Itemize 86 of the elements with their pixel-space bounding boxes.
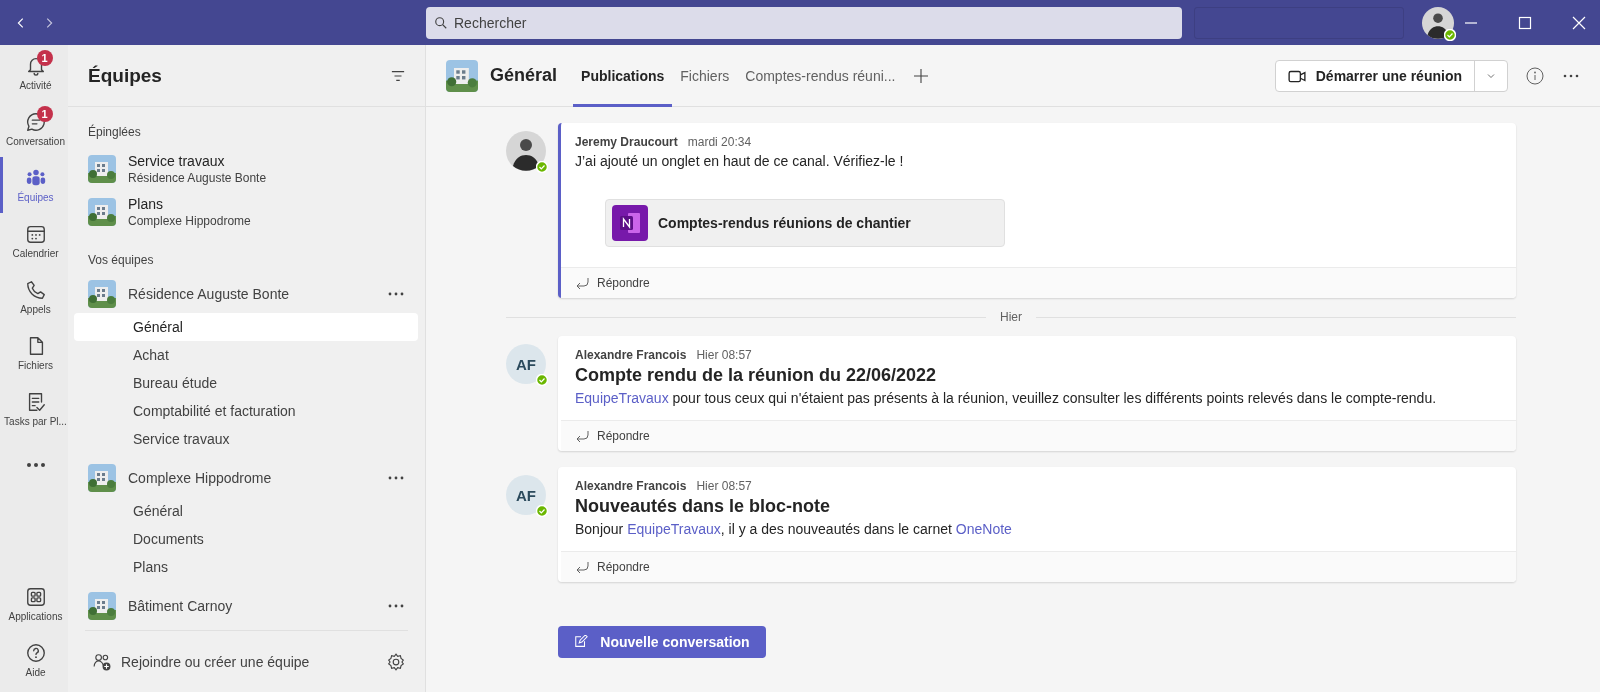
reply-icon [575,277,589,289]
team-name[interactable]: Complexe Hippodrome [128,470,376,486]
more-icon[interactable] [388,476,404,480]
mention-link[interactable]: EquipeTravaux [627,521,721,537]
message-subject: Nouveautés dans le bloc-note [575,496,832,517]
avatar[interactable] [1422,6,1454,39]
notification-badge: 1 [36,50,53,66]
channel-item[interactable]: Général [74,313,418,341]
rail-item[interactable]: Appels [0,269,68,325]
rail-item[interactable]: Aide [0,632,68,688]
panel-title: Équipes [88,64,162,87]
new-conversation-button[interactable]: Nouvelle conversation [558,626,766,658]
reply-button[interactable]: Répondre [561,267,1516,298]
channel-item[interactable]: Bureau étude [74,369,418,397]
notification-badge: 1 [36,106,53,122]
avatar-initials: AF [516,355,536,373]
timestamp: mardi 20:34 [687,135,752,149]
team-name: Résidence Auguste Bonte [128,170,267,185]
settings-icon[interactable] [387,652,405,671]
reply-icon [575,561,589,573]
section-heading: Épinglées [87,123,142,141]
team-name[interactable]: Résidence Auguste Bonte [128,286,376,302]
team-name: Complexe Hippodrome [128,213,251,228]
tab-card[interactable]: Comptes-rendus réunions de chantier [605,199,1005,247]
rail-item[interactable]: Applications [0,576,68,632]
timestamp: Hier 08:57 [696,348,752,362]
presence-icon [536,374,548,386]
rail-item[interactable]: 1 Conversation [0,101,68,157]
message-text: Bonjour EquipeTravaux, il y a des nouveautés dans le carnet OneNote [575,520,1013,539]
search-field[interactable]: Rechercher [426,6,1182,39]
apps-icon [24,586,47,608]
reply-button[interactable]: Répondre [561,551,1516,582]
rail-item[interactable]: Calendrier [0,213,68,269]
add-people-icon [93,652,111,671]
channel-item[interactable]: Comptabilité et facturation [74,397,418,425]
channel-title: Général [490,65,558,86]
presence-icon [1444,28,1456,41]
reply-icon [575,430,589,442]
channel-name: Service travaux [128,152,226,169]
date-divider: Hier [1000,310,1022,324]
phone-icon [24,279,47,301]
channel-item[interactable]: Plans [74,553,418,581]
timestamp: Hier 08:57 [696,479,752,493]
filter-icon[interactable] [391,68,405,83]
join-team-link[interactable]: Rejoindre ou créer une équipe [121,653,377,670]
tab[interactable]: Comptes-rendus réuni... [737,44,904,107]
close-icon[interactable] [1572,15,1586,30]
message-text: EquipeTravaux pour tous ceux qui n'étaient pas présents à la réunion, veuillez consulter les différents points relevés dans le compte-rendu. [575,389,1438,408]
tab[interactable]: Fichiers [672,44,738,107]
channel-name: Plans [128,195,165,212]
channel-item[interactable]: Service travaux [74,425,418,453]
author-name: Jeremy Draucourt [575,135,678,149]
maximize-icon[interactable] [1518,15,1532,30]
author-name: Alexandre Francois [575,348,687,362]
calendar-icon [24,223,47,245]
search-icon [434,15,448,30]
more-icon [25,462,46,468]
rail-item[interactable]: Tasks par Pl... [0,381,68,437]
rail-item[interactable]: 1 Activité [0,45,68,101]
add-tab-icon[interactable] [913,67,930,84]
tab[interactable]: Publications [573,44,673,107]
pinned-channel[interactable]: Service travaux Résidence Auguste Bonte [71,147,421,190]
author-name: Alexandre Francois [575,479,687,493]
team-name[interactable]: Bâtiment Carnoy [128,598,376,614]
mention-link[interactable]: OneNote [955,521,1012,537]
mention-link[interactable]: EquipeTravaux [575,390,669,406]
message-subject: Compte rendu de la réunion du 22/06/2022 [575,365,938,386]
chat-icon [24,111,47,133]
presence-icon [536,505,548,517]
compose-icon [574,635,589,649]
notebook-icon [612,205,648,241]
channel-item[interactable]: Achat [74,341,418,369]
info-icon[interactable] [1526,66,1544,85]
help-icon [24,642,47,664]
avatar-initials: AF [516,486,536,504]
message-text: J’ai ajouté un onglet en haut de ce canal. Vérifiez-le ! [575,152,905,171]
presence-icon [536,161,548,173]
section-heading: Vos équipes [87,252,155,269]
more-icon[interactable] [388,292,404,296]
rail-item[interactable]: Fichiers [0,325,68,381]
channel-item[interactable]: Documents [74,525,418,553]
avatar [506,131,546,171]
more-icon[interactable] [388,604,404,608]
pinned-channel[interactable]: Plans Complexe Hippodrome [71,190,421,233]
channel-item[interactable]: Général [74,497,418,525]
reply-button[interactable]: Répondre [561,420,1516,451]
